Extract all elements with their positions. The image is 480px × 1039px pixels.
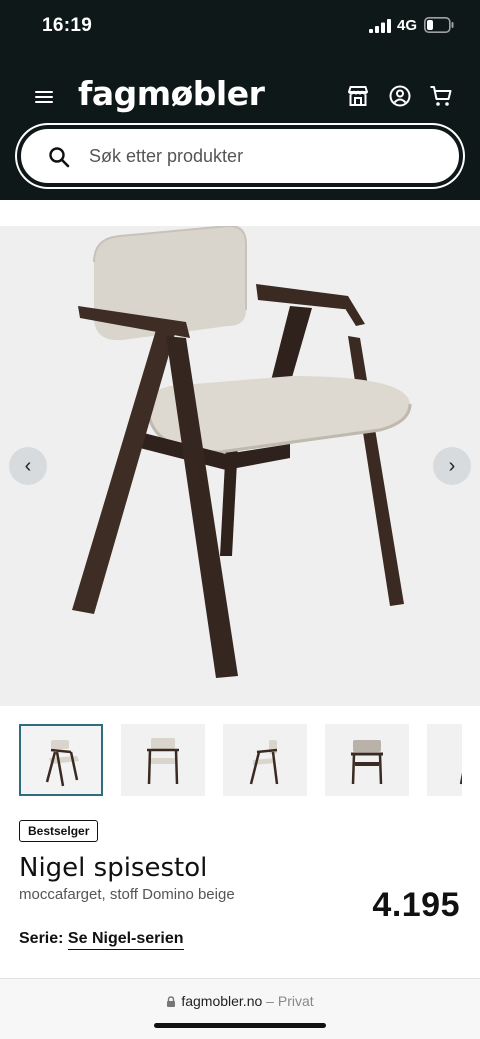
series-label: Serie: bbox=[19, 930, 64, 947]
status-time: 16:19 bbox=[42, 15, 93, 36]
thumbnail-5[interactable] bbox=[427, 724, 462, 796]
product-gallery[interactable]: ‹ › bbox=[0, 226, 480, 706]
url-text[interactable]: fagmobler.no – Privat bbox=[0, 993, 480, 1009]
thumbnail-3[interactable] bbox=[223, 724, 307, 796]
site-header: fagmøbler Søk etter produkter bbox=[0, 54, 480, 200]
thumbnail-4[interactable] bbox=[325, 724, 409, 796]
product-subtitle: moccafarget, stoff Domino beige bbox=[19, 886, 235, 903]
search-icon[interactable] bbox=[47, 145, 71, 169]
status-bar: 16:19 4G bbox=[0, 0, 480, 54]
bestseller-badge: Bestselger bbox=[19, 820, 99, 842]
product-price: 4.195 bbox=[372, 886, 460, 924]
menu-icon[interactable] bbox=[32, 86, 56, 108]
home-indicator[interactable] bbox=[154, 1023, 326, 1028]
store-icon[interactable] bbox=[345, 83, 371, 109]
cart-icon[interactable] bbox=[428, 83, 454, 109]
product-title: Nigel spisestol bbox=[19, 853, 208, 883]
product-image bbox=[72, 226, 412, 678]
search-bar[interactable]: Søk etter produkter bbox=[17, 125, 463, 187]
series-row: Serie: Se Nigel-serien bbox=[19, 930, 184, 950]
signal-icon bbox=[369, 19, 391, 33]
thumbnail-2[interactable] bbox=[121, 724, 205, 796]
url-separator: – bbox=[266, 993, 274, 1009]
url-domain: fagmobler.no bbox=[181, 993, 263, 1009]
site-logo[interactable]: fagmøbler bbox=[78, 74, 265, 113]
account-icon[interactable] bbox=[387, 83, 413, 109]
battery-icon bbox=[424, 17, 454, 33]
network-type: 4G bbox=[397, 17, 418, 34]
thumbnail-1[interactable] bbox=[19, 724, 103, 796]
private-mode-label: Privat bbox=[277, 993, 314, 1009]
browser-url-bar[interactable]: fagmobler.no – Privat bbox=[0, 979, 480, 1039]
lock-icon bbox=[167, 996, 176, 1007]
search-input[interactable]: Søk etter produkter bbox=[89, 146, 243, 167]
gallery-next-button[interactable]: › bbox=[433, 447, 471, 485]
thumbnail-strip[interactable] bbox=[19, 724, 462, 796]
series-link[interactable]: Se Nigel-serien bbox=[67, 930, 184, 950]
gallery-prev-button[interactable]: ‹ bbox=[9, 447, 47, 485]
